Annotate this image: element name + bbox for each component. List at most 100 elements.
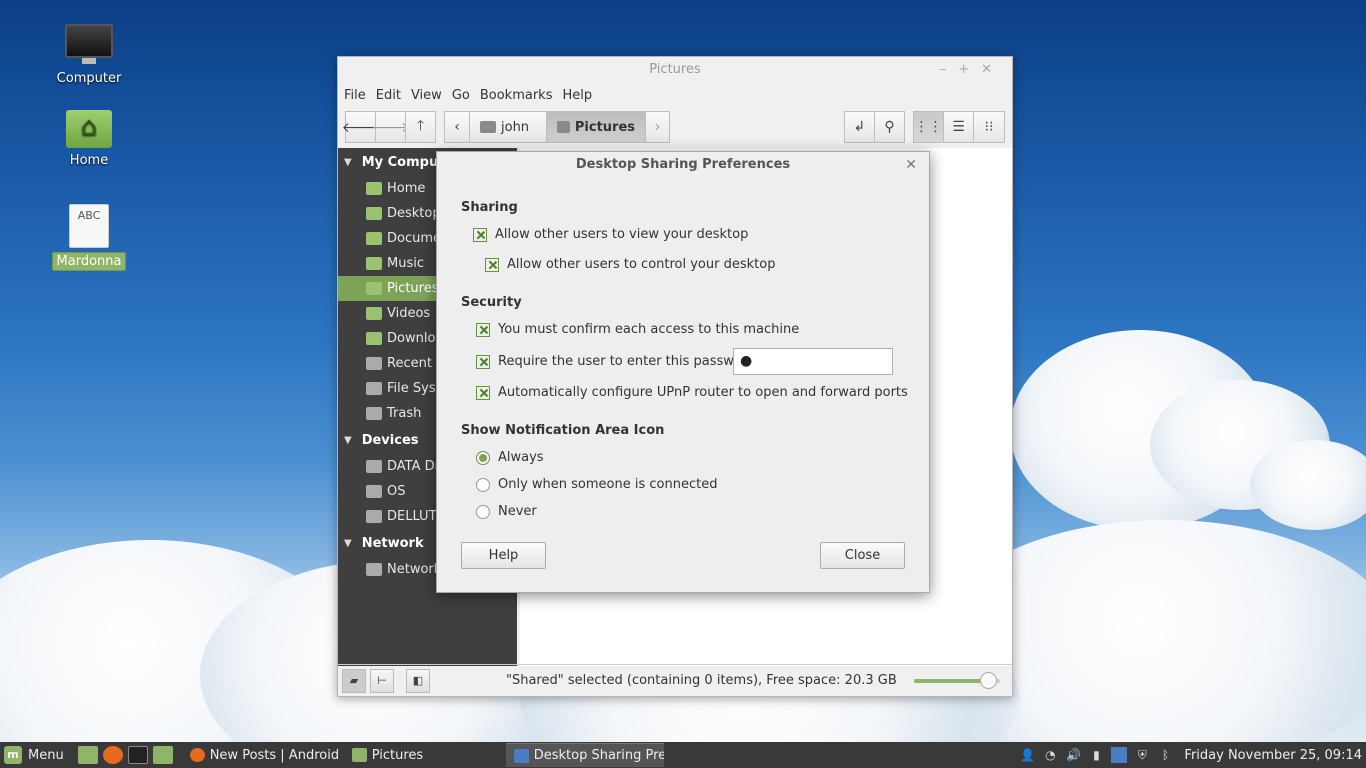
desktop-icon-computer[interactable]: Computer — [44, 24, 134, 87]
security-heading: Security — [461, 295, 522, 310]
radio-never[interactable]: Never — [476, 504, 537, 519]
window-title: Pictures — [649, 62, 701, 77]
desktop-icon-label: Home — [69, 153, 109, 168]
window-titlebar[interactable]: Pictures –+✕ — [338, 57, 1012, 83]
desktop-folder-icon — [366, 207, 382, 220]
monitor-icon — [65, 24, 113, 64]
radio-only-when-connected[interactable]: Only when someone is connected — [476, 477, 717, 492]
confirm-access-checkbox[interactable]: You must confirm each access to this mac… — [476, 322, 799, 337]
drive-icon — [366, 460, 382, 473]
menu-go[interactable]: Go — [452, 88, 470, 103]
allow-control-checkbox[interactable]: Allow other users to control your deskto… — [485, 257, 775, 272]
sidebar-item-label: Pictures — [387, 281, 439, 296]
help-button[interactable]: Help — [461, 542, 546, 569]
files-icon[interactable] — [152, 746, 173, 764]
menu-help[interactable]: Help — [562, 88, 592, 103]
search-button[interactable]: ⚲ — [874, 111, 905, 143]
desktop-sharing-icon — [513, 748, 529, 763]
task-browser[interactable]: New Posts | Android... — [182, 743, 340, 767]
menu-bookmarks[interactable]: Bookmarks — [480, 88, 553, 103]
downloads-folder-icon — [366, 332, 382, 345]
search-icon: ⚲ — [884, 119, 895, 135]
toolbar: 🡐 🡒 🡑 ‹ john Pictures › ↲ ⚲ ⋮⋮ ☰ ⁝⁝ — [338, 107, 1012, 147]
show-places-button[interactable]: ▰ — [342, 668, 366, 693]
location-toggle-button[interactable]: ↲ — [844, 111, 875, 143]
password-field[interactable]: ● — [733, 348, 893, 375]
up-arrow-icon: 🡑 — [416, 118, 425, 134]
wifi-icon[interactable]: ◔ — [1042, 747, 1058, 763]
menu-button[interactable]: m Menu — [0, 746, 64, 764]
shield-icon[interactable]: ⛨ — [1134, 747, 1150, 763]
compact-view-button[interactable]: ⁝⁝ — [973, 111, 1005, 143]
breadcrumb-pictures[interactable]: Pictures — [546, 111, 646, 143]
breadcrumb-john[interactable]: john — [469, 111, 547, 143]
bluetooth-icon[interactable]: ᛒ — [1157, 747, 1173, 763]
up-button[interactable]: 🡑 — [405, 111, 436, 143]
menu-edit[interactable]: Edit — [376, 88, 401, 103]
document-icon-text: ABC — [77, 209, 101, 222]
close-icon[interactable]: ✕ — [981, 62, 1004, 77]
show-tree-button[interactable]: ⊢ — [370, 668, 394, 693]
desktop-sharing-tray-icon[interactable] — [1111, 747, 1128, 763]
home-folder-icon — [66, 110, 112, 148]
dialog-titlebar[interactable]: Desktop Sharing Preferences ✕ — [437, 152, 929, 178]
checkbox-label: Allow other users to control your deskto… — [507, 257, 776, 272]
volume-icon[interactable]: 🔊 — [1065, 747, 1081, 763]
battery-icon[interactable]: ▮ — [1088, 747, 1104, 763]
allow-view-checkbox[interactable]: Allow other users to view your desktop — [473, 227, 748, 242]
firefox-icon[interactable] — [102, 746, 123, 764]
close-icon[interactable]: ✕ — [905, 152, 917, 178]
menu-button-label: Menu — [28, 747, 64, 763]
clock[interactable]: Friday November 25, 09:14 — [1184, 748, 1362, 763]
cloud — [1250, 440, 1366, 530]
folder-icon — [351, 748, 367, 762]
sidebar-item-label: Trash — [387, 406, 422, 421]
location-icon: ↲ — [853, 119, 866, 135]
videos-folder-icon — [366, 307, 382, 320]
statusbar: ▰ ⊢ ◧ "Shared" selected (containing 0 it… — [338, 664, 1012, 696]
desktop-icon-mardonna[interactable]: ABC Mardonna — [44, 204, 134, 271]
notification-heading: Show Notification Area Icon — [461, 423, 665, 438]
status-text: "Shared" selected (containing 0 items), … — [506, 673, 897, 688]
radio-selected-icon — [476, 450, 490, 465]
grid-icon: ⋮⋮ — [914, 119, 943, 135]
toggle-sidebar-button[interactable]: ◧ — [406, 668, 430, 693]
radio-unselected-icon — [476, 504, 490, 519]
list-icon: ☰ — [952, 119, 965, 135]
terminal-icon[interactable] — [127, 746, 148, 764]
task-label: Desktop Sharing Pre... — [533, 748, 664, 763]
user-icon[interactable]: 👤 — [1019, 747, 1035, 763]
radio-always[interactable]: Always — [476, 450, 544, 465]
forward-button[interactable]: 🡒 — [372, 111, 409, 143]
desktop-icon-home[interactable]: Home — [44, 110, 134, 169]
maximize-icon[interactable]: + — [958, 62, 981, 77]
checkbox-label: You must confirm each access to this mac… — [498, 322, 800, 337]
collapse-triangle-icon: ▼ — [344, 537, 352, 549]
close-button[interactable]: Close — [820, 542, 905, 569]
sidebar-item-label: Home — [387, 181, 426, 196]
task-pictures[interactable]: Pictures — [344, 743, 502, 767]
desktop-icon-label: Computer — [56, 71, 122, 86]
folder-icon: ▰ — [349, 674, 359, 687]
zoom-slider[interactable] — [914, 672, 1000, 689]
chevron-right-icon: › — [654, 119, 661, 135]
zoom-slider-handle[interactable] — [979, 672, 997, 689]
list-view-button[interactable]: ☰ — [943, 111, 974, 143]
network-icon — [366, 563, 382, 576]
breadcrumb-left-button[interactable]: ‹ — [444, 111, 470, 143]
breadcrumb-label: john — [501, 119, 530, 135]
breadcrumb-right-button[interactable]: › — [645, 111, 670, 143]
icon-view-button[interactable]: ⋮⋮ — [913, 111, 944, 143]
radio-label: Never — [498, 504, 537, 519]
checkbox-label: Allow other users to view your desktop — [495, 227, 749, 242]
sidebar-item-label: Music — [387, 256, 424, 271]
sidebar-item-label: Network — [387, 562, 442, 577]
minimize-icon[interactable]: – — [940, 62, 959, 77]
show-desktop-icon[interactable] — [77, 746, 98, 764]
upnp-checkbox[interactable]: Automatically configure UPnP router to o… — [476, 385, 908, 400]
task-desktop-sharing[interactable]: Desktop Sharing Pre... — [505, 743, 664, 767]
require-password-checkbox[interactable]: Require the user to enter this password: — [476, 354, 760, 369]
menu-file[interactable]: File — [344, 88, 366, 103]
menu-view[interactable]: View — [411, 88, 442, 103]
radio-label: Only when someone is connected — [498, 477, 718, 492]
